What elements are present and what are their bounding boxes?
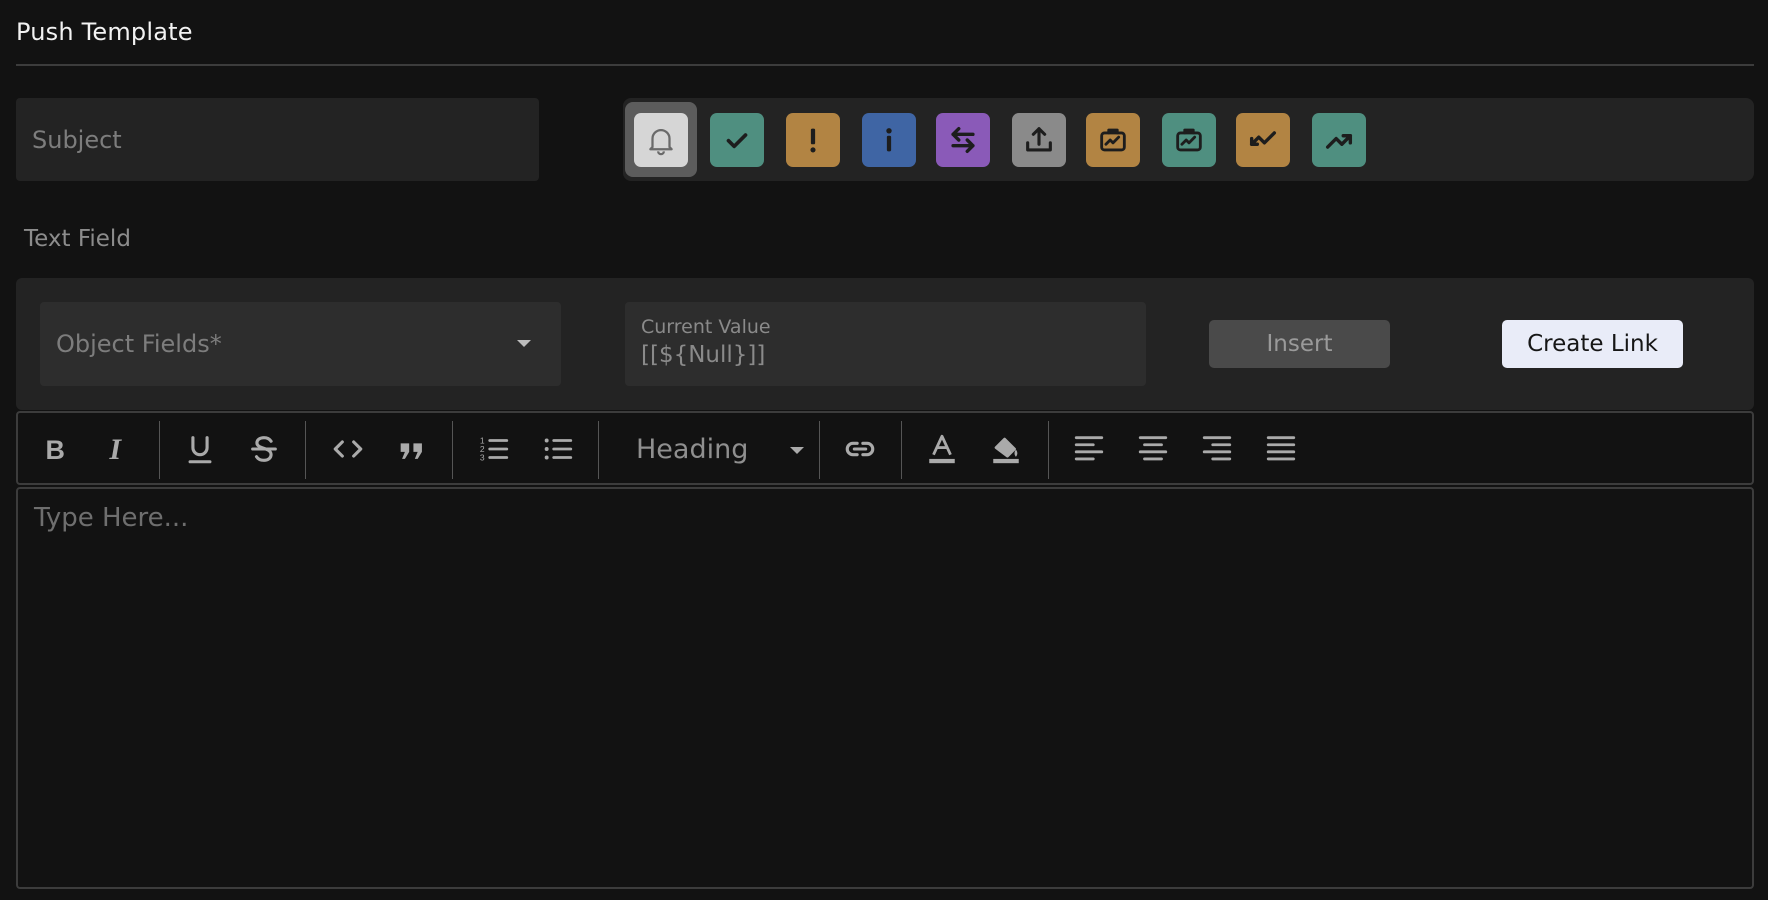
briefcase-chart-icon[interactable] — [1162, 113, 1216, 167]
editor-toolbar: B I 1 2 3 Heading — [16, 411, 1754, 485]
svg-text:3: 3 — [480, 452, 485, 462]
italic-icon[interactable]: I — [98, 429, 138, 469]
strikethrough-icon[interactable] — [244, 429, 284, 469]
insert-button[interactable]: Insert — [1209, 320, 1390, 368]
chevron-down-icon — [517, 340, 531, 347]
text-color-icon[interactable] — [922, 429, 962, 469]
bell-icon[interactable] — [634, 113, 688, 167]
title-divider — [16, 64, 1754, 66]
current-value-label: Current Value — [641, 316, 771, 338]
align-justify-icon[interactable] — [1261, 429, 1301, 469]
ordered-list-icon[interactable]: 1 2 3 — [474, 429, 514, 469]
code-icon[interactable] — [328, 429, 368, 469]
align-center-icon[interactable] — [1133, 429, 1173, 469]
underline-icon[interactable] — [180, 429, 220, 469]
push-template-page: Push Template Subject Text Field Object … — [0, 0, 1768, 900]
link-icon[interactable] — [840, 429, 880, 469]
subject-input[interactable]: Subject — [16, 98, 539, 181]
toolbar-divider — [598, 421, 599, 479]
upload-icon[interactable] — [1012, 113, 1066, 167]
bold-icon[interactable]: B — [34, 429, 74, 469]
page-title: Push Template — [16, 18, 193, 46]
align-left-icon[interactable] — [1069, 429, 1109, 469]
bullet-list-icon[interactable] — [538, 429, 578, 469]
quote-icon[interactable] — [392, 429, 432, 469]
heading-select-label: Heading — [636, 433, 749, 465]
trend-down-icon[interactable] — [1236, 113, 1290, 167]
text-field-label: Text Field — [24, 226, 131, 252]
create-link-button[interactable]: Create Link — [1502, 320, 1683, 368]
briefcase-chart-icon[interactable] — [1086, 113, 1140, 167]
toolbar-divider — [1048, 421, 1049, 479]
current-value-text: [[${Null}]] — [641, 342, 766, 368]
insert-field-panel: Object Fields* Current Value [[${Null}]]… — [16, 278, 1754, 410]
icon-picker — [623, 98, 1754, 181]
object-fields-placeholder: Object Fields* — [56, 330, 222, 358]
swap-arrows-icon[interactable] — [936, 113, 990, 167]
checkmark-icon[interactable] — [710, 113, 764, 167]
toolbar-divider — [305, 421, 306, 479]
current-value-field[interactable]: Current Value [[${Null}]] — [625, 302, 1146, 386]
align-right-icon[interactable] — [1197, 429, 1237, 469]
exclamation-icon[interactable] — [786, 113, 840, 167]
svg-text:B: B — [46, 435, 65, 465]
heading-select[interactable]: Heading — [618, 427, 808, 471]
toolbar-divider — [819, 421, 820, 479]
toolbar-divider — [452, 421, 453, 479]
info-icon[interactable] — [862, 113, 916, 167]
object-fields-select[interactable]: Object Fields* — [40, 302, 561, 386]
trend-up-icon[interactable] — [1312, 113, 1366, 167]
fill-color-icon[interactable] — [986, 429, 1026, 469]
toolbar-divider — [159, 421, 160, 479]
editor-placeholder: Type Here... — [34, 503, 189, 533]
svg-text:I: I — [109, 433, 123, 466]
rich-text-editor[interactable]: Type Here... — [16, 487, 1754, 889]
chevron-down-icon — [790, 447, 804, 454]
toolbar-divider — [901, 421, 902, 479]
